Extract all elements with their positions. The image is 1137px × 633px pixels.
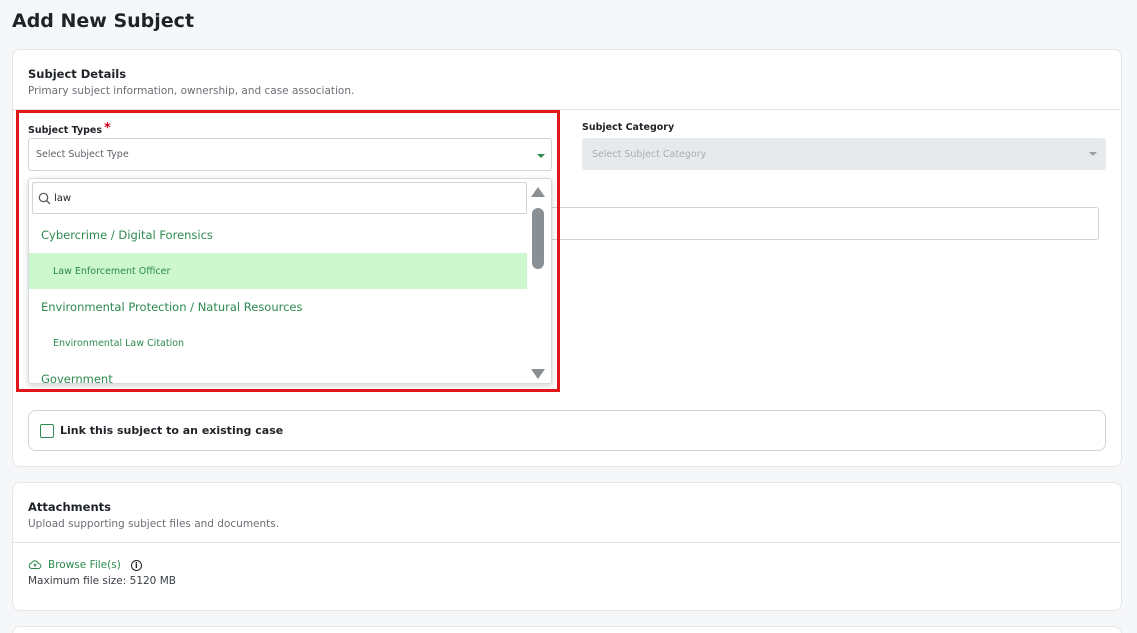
- next-section-card: [12, 626, 1122, 633]
- subject-details-header: Subject Details Primary subject informat…: [13, 50, 1121, 110]
- text-field[interactable]: [552, 207, 1099, 240]
- link-case-label: Link this subject to an existing case: [60, 424, 284, 437]
- browse-files-button[interactable]: Browse File(s) i: [28, 559, 1106, 571]
- page-title: Add New Subject: [12, 10, 195, 32]
- attachments-card: Attachments Upload supporting subject fi…: [12, 482, 1122, 611]
- attachments-header: Attachments Upload supporting subject fi…: [13, 483, 1121, 543]
- link-case-row[interactable]: Link this subject to an existing case: [28, 410, 1106, 451]
- link-case-checkbox[interactable]: [40, 423, 54, 438]
- info-icon[interactable]: i: [130, 559, 142, 571]
- subject-details-title: Subject Details: [28, 67, 127, 81]
- max-file-size-text: Maximum file size: 5120 MB: [28, 575, 176, 587]
- subject-details-subtitle: Primary subject information, ownership, …: [28, 85, 355, 97]
- attachments-title: Attachments: [28, 500, 111, 514]
- cloud-upload-icon: [28, 560, 42, 569]
- attachments-subtitle: Upload supporting subject files and docu…: [28, 518, 280, 530]
- highlight-annotation: [16, 110, 560, 392]
- chevron-down-icon: [1089, 152, 1097, 156]
- attachments-body: Browse File(s) i Maximum file size: 5120…: [13, 543, 1121, 603]
- subject-category-label: Subject Category: [582, 122, 675, 133]
- subject-category-placeholder: Select Subject Category: [592, 148, 707, 160]
- browse-files-label: Browse File(s): [48, 559, 121, 571]
- subject-category-select: Select Subject Category: [582, 138, 1106, 170]
